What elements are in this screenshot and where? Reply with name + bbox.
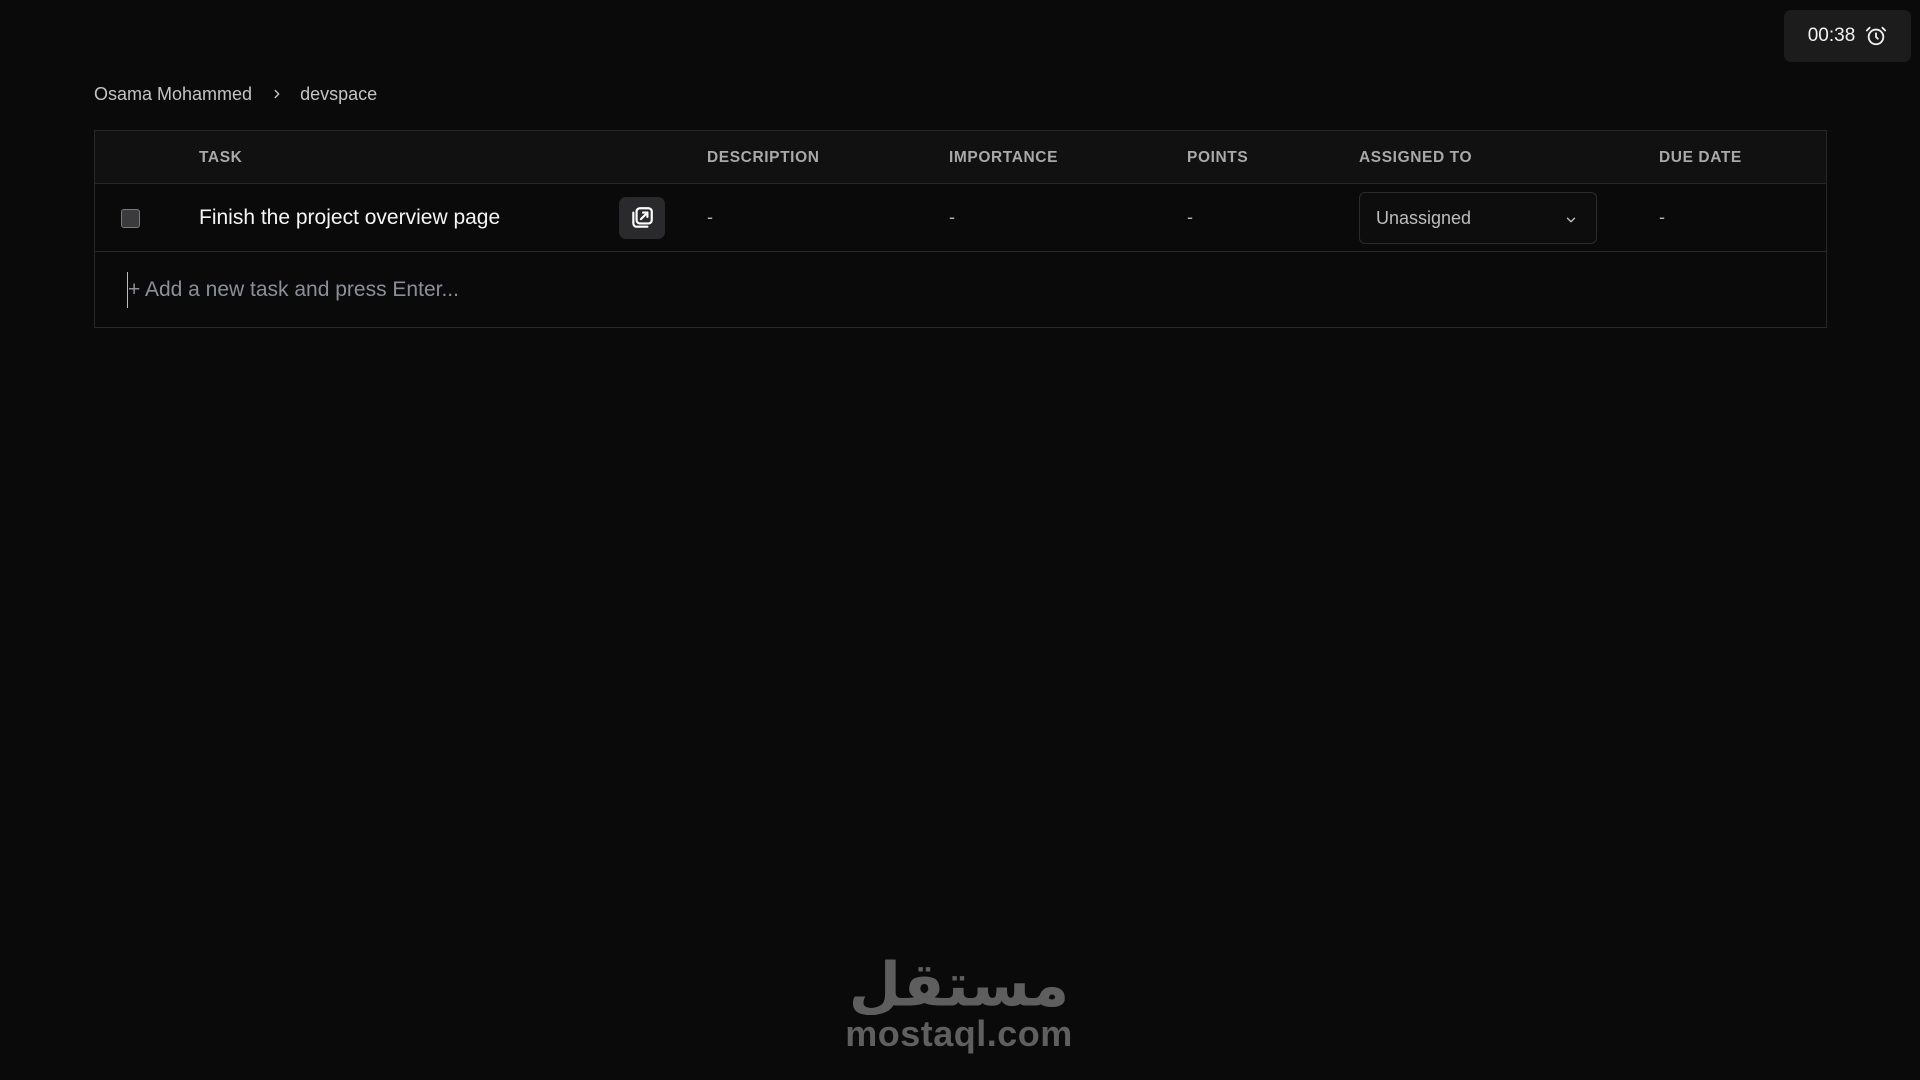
task-checkbox[interactable] [121,209,140,228]
alarm-clock-icon [1865,25,1887,47]
assignee-value: Unassigned [1376,207,1472,228]
importance-value[interactable]: - [949,184,955,251]
chevron-right-icon [270,87,284,101]
breadcrumb-item-workspace[interactable]: Osama Mohammed [94,84,252,105]
task-title[interactable]: Finish the project overview page [199,206,500,230]
table-header: TASK DESCRIPTION IMPORTANCE POINTS ASSIG… [95,131,1826,184]
mostaql-watermark: مستقل mostaql.com [844,945,1074,1055]
open-task-button[interactable] [619,197,665,239]
table-row[interactable]: Finish the project overview page - - - U… [95,184,1826,252]
watermark-text: mostaql.com [845,1013,1073,1054]
column-header-importance: IMPORTANCE [949,148,1059,166]
breadcrumb: Osama Mohammed devspace [94,82,377,106]
points-value[interactable]: - [1187,184,1193,251]
mostaql-logo: مستقل [849,950,1069,1015]
column-header-description: DESCRIPTION [707,148,820,166]
column-header-due-date: DUE DATE [1659,148,1742,166]
chevron-down-icon [1564,211,1578,225]
open-in-new-icon [629,205,655,231]
task-table: TASK DESCRIPTION IMPORTANCE POINTS ASSIG… [94,130,1827,328]
add-task-row [95,252,1826,328]
description-value[interactable]: - [707,184,713,251]
add-task-input[interactable] [127,272,1727,308]
column-header-points: POINTS [1187,148,1249,166]
breadcrumb-item-project[interactable]: devspace [300,84,377,105]
column-header-assigned-to: ASSIGNED TO [1359,148,1473,166]
assignee-select[interactable]: Unassigned [1359,192,1597,244]
svg-text:مستقل: مستقل [849,950,1069,1015]
timer-value: 00:38 [1807,25,1856,46]
timer-widget[interactable]: 00:38 [1784,10,1911,62]
due-date-value[interactable]: - [1659,184,1665,251]
column-header-task: TASK [199,148,243,166]
